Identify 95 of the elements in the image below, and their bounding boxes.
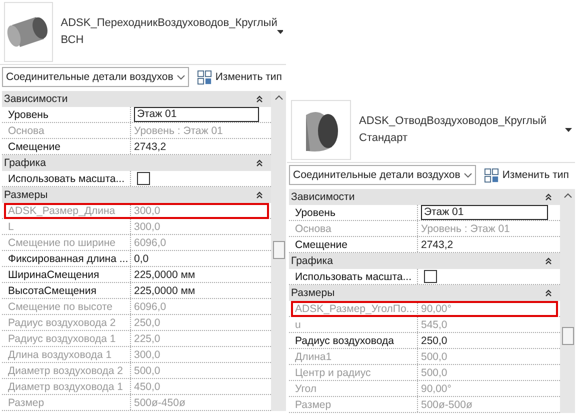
edit-type-icon bbox=[484, 168, 500, 182]
property-label: Смещение bbox=[8, 140, 61, 154]
property-value: 545,0 bbox=[421, 318, 448, 332]
property-label: Центр и радиус bbox=[295, 366, 371, 380]
property-label: Диаметр воздуховода 1 bbox=[8, 380, 123, 394]
group-title: Размеры bbox=[4, 189, 48, 201]
chevron-down-icon bbox=[464, 172, 472, 178]
scroll-thumb[interactable] bbox=[273, 241, 285, 259]
dropdown-arrow-icon[interactable] bbox=[565, 128, 572, 132]
type-name: Стандарт bbox=[359, 131, 409, 146]
property-value: 225,0 bbox=[134, 332, 160, 346]
property-value: 450,0 bbox=[134, 380, 160, 394]
property-value: 500,0 bbox=[421, 366, 448, 380]
property-value: 2743,2 bbox=[134, 140, 166, 154]
group-header[interactable]: Графика bbox=[2, 155, 271, 171]
group-header[interactable]: Размеры bbox=[2, 187, 271, 203]
property-value: 250,0 bbox=[421, 334, 448, 348]
collapse-icon[interactable] bbox=[256, 191, 263, 199]
group-title: Графика bbox=[291, 255, 333, 267]
property-label: u bbox=[295, 318, 301, 332]
type-name: ADSK_ОтводВоздуховодов_Круглый bbox=[359, 114, 548, 129]
property-value: 6096,0 bbox=[134, 236, 166, 250]
collapse-icon[interactable] bbox=[545, 257, 552, 265]
property-label: Размер bbox=[295, 398, 332, 412]
property-label: ADSK_Размер_Длина bbox=[8, 204, 116, 218]
property-label: Использовать масшта... bbox=[295, 270, 412, 284]
property-label: Диаметр воздуховода 2 bbox=[8, 364, 123, 378]
property-value: 2743,2 bbox=[421, 238, 454, 252]
property-value: 500,0 bbox=[134, 364, 160, 378]
property-value: Уровень : Этаж 01 bbox=[134, 124, 223, 138]
group-title: Зависимости bbox=[291, 191, 355, 203]
checkbox[interactable] bbox=[137, 172, 150, 185]
cylinder-drawing bbox=[6, 15, 50, 49]
property-label: Размер bbox=[8, 396, 44, 410]
property-value: 300,0 bbox=[134, 204, 160, 218]
value-field[interactable]: Этаж 01 bbox=[421, 205, 548, 220]
collapse-icon[interactable] bbox=[256, 95, 263, 103]
property-value: 500ø-450ø bbox=[134, 396, 186, 410]
type-name: ВСН bbox=[60, 33, 85, 48]
collapse-icon[interactable] bbox=[545, 289, 552, 297]
property-label: Основа bbox=[295, 222, 332, 236]
property-value: 300,0 bbox=[134, 348, 160, 362]
category-dropdown[interactable]: Соединительные детали воздухов bbox=[2, 67, 190, 87]
property-label: Радиус воздуховода bbox=[295, 334, 394, 348]
property-value: Уровень : Этаж 01 bbox=[421, 222, 510, 236]
property-value: 90,00° bbox=[421, 382, 452, 396]
scroll-up-icon[interactable] bbox=[564, 193, 572, 198]
property-label: Длина1 bbox=[295, 350, 332, 364]
property-label: Смещение по высоте bbox=[8, 300, 112, 314]
property-label: Уровень bbox=[295, 206, 336, 220]
property-label: Смещение bbox=[295, 238, 348, 252]
dropdown-arrow-icon[interactable] bbox=[277, 30, 283, 34]
property-value: 90,00° bbox=[421, 302, 452, 316]
group-title: Размеры bbox=[291, 287, 335, 299]
collapse-icon[interactable] bbox=[545, 193, 552, 201]
property-value: 300,0 bbox=[134, 220, 160, 234]
edit-type-icon bbox=[197, 70, 212, 84]
property-value: 6096,0 bbox=[134, 300, 166, 314]
property-value: 500,0 bbox=[421, 350, 448, 364]
property-label: Радиус воздуховода 2 bbox=[8, 316, 116, 330]
category-dropdown[interactable]: Соединительные детали воздухов bbox=[289, 165, 476, 185]
property-label: ADSK_Размер_УголПо... bbox=[295, 302, 416, 316]
group-header[interactable]: Зависимости bbox=[289, 189, 560, 205]
property-label: Основа bbox=[8, 124, 44, 138]
property-value: 225,0000 мм bbox=[134, 268, 196, 282]
scrollbar[interactable] bbox=[560, 189, 575, 413]
type-name: ADSK_ПереходникВоздуховодов_Круглый bbox=[60, 16, 278, 31]
value-field[interactable]: Этаж 01 bbox=[134, 107, 259, 122]
scrollbar[interactable] bbox=[271, 91, 286, 411]
scroll-thumb[interactable] bbox=[562, 327, 574, 345]
property-value: 500ø-500ø bbox=[421, 398, 472, 412]
property-value: 0,0 bbox=[134, 252, 149, 266]
checkbox[interactable] bbox=[424, 270, 437, 283]
property-label: ВысотаСмещения bbox=[8, 284, 96, 298]
scroll-up-icon[interactable] bbox=[274, 95, 282, 100]
property-label: ШиринаСмещения bbox=[8, 268, 100, 282]
chevron-down-icon bbox=[177, 74, 186, 80]
group-title: Графика bbox=[4, 157, 46, 169]
property-label: Смещение по ширине bbox=[8, 236, 116, 250]
edit-type-button[interactable]: Изменить тип bbox=[482, 168, 571, 182]
property-label: Уровень bbox=[8, 108, 48, 122]
property-label: Угол bbox=[295, 382, 317, 396]
group-header[interactable]: Зависимости bbox=[2, 91, 271, 107]
collapse-icon[interactable] bbox=[256, 159, 263, 167]
property-value: 225,0000 мм bbox=[134, 284, 196, 298]
property-label: Использовать масшта... bbox=[8, 172, 125, 186]
property-value: 250,0 bbox=[134, 316, 160, 330]
group-title: Зависимости bbox=[4, 93, 68, 105]
property-label: Радиус воздуховода 1 bbox=[8, 332, 116, 346]
property-label: L bbox=[8, 220, 14, 234]
property-label: Длина воздуховода 1 bbox=[8, 348, 112, 362]
group-header[interactable]: Графика bbox=[289, 253, 560, 269]
property-label: Фиксированная длина ... bbox=[8, 252, 128, 266]
group-header[interactable]: Размеры bbox=[289, 285, 560, 301]
edit-type-button[interactable]: Изменить тип bbox=[195, 70, 284, 84]
